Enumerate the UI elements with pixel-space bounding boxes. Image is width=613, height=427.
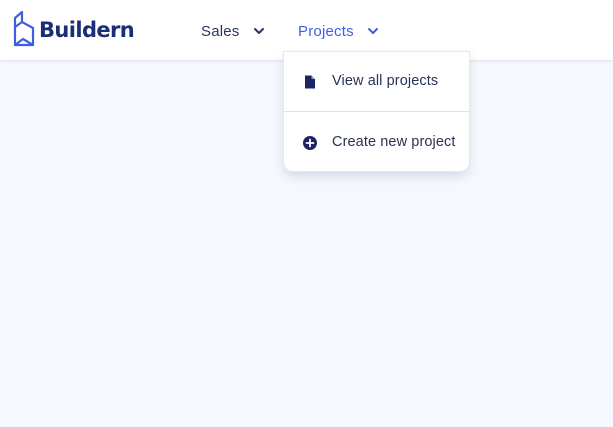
document-icon: [305, 75, 315, 89]
nav-sales[interactable]: Sales: [201, 19, 266, 43]
brand-logo[interactable]: Buildern: [12, 10, 135, 48]
nav-sales-label: Sales: [201, 22, 240, 40]
brand-name: Buildern: [39, 18, 135, 42]
nav-projects-label: Projects: [298, 22, 354, 40]
menu-divider: [284, 111, 470, 112]
menu-item-view-all-projects[interactable]: View all projects: [284, 52, 470, 112]
nav-projects[interactable]: Projects: [298, 19, 380, 43]
plus-circle-icon: [303, 136, 317, 150]
menu-item-label: View all projects: [332, 73, 439, 89]
projects-dropdown-menu: View all projects Create new project: [283, 51, 470, 172]
menu-item-label: Create new project: [332, 134, 456, 150]
chevron-down-icon: [367, 28, 378, 34]
chevron-down-icon: [253, 28, 264, 34]
menu-item-create-new-project[interactable]: Create new project: [284, 113, 470, 173]
building-logo-icon: [13, 10, 35, 47]
